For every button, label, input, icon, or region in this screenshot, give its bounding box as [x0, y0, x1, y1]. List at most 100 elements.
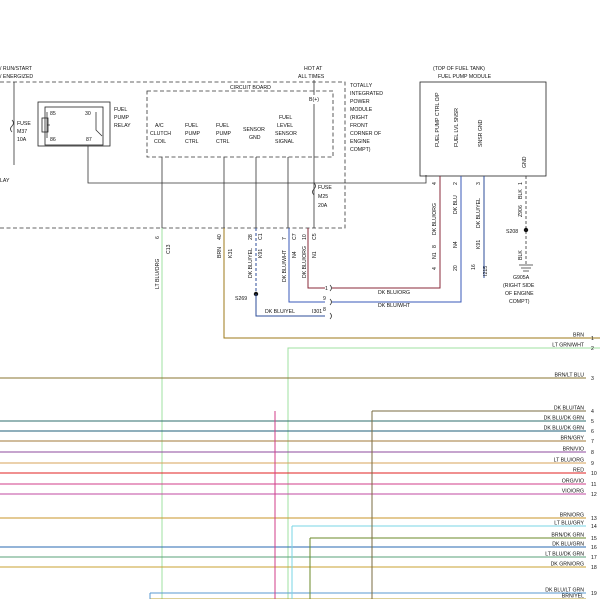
s269-label: S269	[235, 296, 247, 302]
tipm-line-1: INTEGRATED	[350, 91, 383, 97]
w-c7: C7	[292, 233, 298, 240]
harness-wire-pin-13: 13	[591, 516, 597, 522]
tipm-boundary	[0, 81, 346, 229]
harness-wire-label-18: DK GRN/ORG	[551, 562, 584, 568]
fpm-pin-fuel-lvl: FUEL LVL SNSR	[454, 108, 460, 147]
relay-pin-87: 87	[86, 137, 92, 143]
dkbluwht-return-wire	[332, 176, 462, 303]
w-c5: C5	[312, 233, 318, 240]
tipm-line-5: FRONT	[350, 123, 369, 129]
harness-wire-pin-15: 15	[591, 536, 597, 542]
w-dkbluyel: DK BLU/YEL	[248, 248, 254, 278]
w-c1: C1	[258, 233, 264, 240]
w-k91: K91	[258, 249, 264, 258]
fpm-title-2: FUEL PUMP MODULE	[438, 74, 492, 80]
harness-wire-pin-18: 18	[591, 565, 597, 571]
harness-wire-label-2: LT GRN/WHT	[552, 343, 585, 349]
fuel-pump-relay-box	[37, 101, 111, 147]
ground-blk-label: BLK	[518, 250, 524, 260]
m-n1: N1	[432, 252, 438, 259]
fp-ctrl2-l2: PUMP	[216, 131, 232, 137]
brn-wire	[223, 228, 600, 339]
w-pin40: 40	[217, 234, 223, 240]
w-brn: BRN	[217, 247, 223, 258]
circuit-board-boundary	[146, 90, 334, 158]
fp-ctrl2-l3: CTRL	[216, 139, 230, 145]
w-dkbluwht: DK BLU/WHT	[282, 249, 288, 282]
harness-wire-pin-14: 14	[591, 524, 597, 530]
harness-wire-label-11: ORG/VIO	[562, 479, 584, 485]
i301-pin-1: 1	[325, 286, 328, 292]
ground-icon	[519, 264, 533, 272]
harness-wire-pin-11: 11	[591, 482, 596, 488]
fuse-m25-id: M25	[318, 194, 328, 200]
wiring-diagram: / RUN/START / ENERGIZED HOT AT ALL TIMES…	[0, 66, 600, 599]
relay-contact	[95, 112, 103, 137]
ac-clutch-l2: CLUTCH	[150, 131, 171, 137]
s208-label: S208	[506, 229, 518, 235]
tipm-line-0: TOTALLY	[350, 83, 373, 89]
m-dkblu: DK BLU	[453, 195, 459, 214]
fuse-m37-id: M37	[17, 129, 27, 135]
tipm-line-7: ENGINE	[350, 139, 370, 145]
i301-connector-icon	[329, 284, 332, 320]
harness-wire-pin-5: 5	[591, 419, 594, 425]
s208-splice-dot	[523, 227, 529, 233]
w-pin10: 10	[302, 234, 308, 240]
ground-l3: COMPT)	[509, 299, 530, 305]
all-times-label: ALL TIMES	[298, 74, 325, 80]
m-z906: Z906	[518, 205, 524, 217]
m-dkbluyel: DK BLU/YEL	[476, 198, 482, 228]
m-k91: K91	[476, 240, 482, 249]
fuse-m25-amps: 20A	[318, 203, 328, 209]
w-pin28: 28	[248, 234, 254, 240]
b-pin-4: 4	[432, 267, 438, 270]
fuse-m37-label: FUSE	[17, 121, 31, 127]
w-n4: N4	[292, 251, 298, 258]
right-harness-wires: BRN 1 LT GRN/WHT 2 BRN/LT BLU 3 DK BLU/TAN 4 DK …	[0, 333, 597, 599]
fuse-m25-label: FUSE	[318, 185, 332, 191]
fuel-level-l1: FUEL	[279, 115, 292, 121]
harness-wire-label-16: DK BLU/GRN	[552, 542, 584, 548]
tipm-line-8: COMPT)	[350, 147, 371, 153]
relay-fragment-label: LAY	[0, 178, 10, 184]
w-c13: C13	[166, 244, 172, 254]
harness-wire-label-20: BRN/YEL	[562, 594, 584, 599]
w-pin6: 6	[155, 236, 161, 239]
ac-clutch-l3: COIL	[154, 139, 166, 145]
w-n1: N1	[312, 251, 318, 258]
m-dkbluorg: DK BLU/ORG	[432, 203, 438, 235]
harness-wire-pin-2: 2	[591, 346, 594, 352]
harness-wire-label-15: BRN/DK GRN	[551, 533, 584, 539]
harness-wire-label-6: DK BLU/DK GRN	[544, 426, 585, 432]
harness-wire-label-9: LT BLU/ORG	[554, 458, 584, 464]
i301-name: I301	[312, 309, 322, 315]
harness-wire-label-10: RED	[573, 468, 584, 474]
circuit-board-label: CIRCUIT BOARD	[230, 85, 271, 91]
tipm-line-2: POWER	[350, 99, 370, 105]
harness-wire-label-17: LT BLU/DK GRN	[545, 552, 584, 558]
fuel-level-l4: SIGNAL	[275, 139, 294, 145]
tipm-line-6: CORNER OF	[350, 131, 381, 137]
w-k31: K31	[228, 249, 234, 258]
hot-at-label: HOT AT	[304, 66, 323, 72]
w-dkbluorg: DK BLU/ORG	[302, 246, 308, 278]
m-pin2: 2	[453, 182, 459, 185]
m-n4: N4	[453, 241, 459, 248]
harness-wire-label-1: BRN	[573, 333, 584, 339]
fpm-pin-fp-ctrl: FUEL PUMP CTRL O/P	[435, 92, 441, 147]
fuse-m37-icon	[10, 119, 14, 133]
relay-label-fuel: FUEL	[114, 107, 127, 113]
harness-wire-pin-12: 12	[591, 492, 597, 498]
m-pin3: 3	[476, 182, 482, 185]
m-8: 8	[432, 245, 438, 248]
i301-pin-8: 8	[323, 307, 326, 313]
harness-wire-pin-10: 10	[591, 471, 597, 477]
harness-wire-label-4: DK BLU/TAN	[554, 406, 584, 412]
b-plus-label: B(+)	[309, 97, 319, 103]
b-pin-20: 20	[453, 265, 459, 271]
harness-wire-pin-1: 1	[591, 336, 594, 342]
i301-wire-1: DK BLU/ORG	[378, 290, 410, 296]
harness-wire-pin-6: 6	[591, 429, 594, 435]
i301-wire-2: DK BLU/WHT	[378, 303, 411, 309]
